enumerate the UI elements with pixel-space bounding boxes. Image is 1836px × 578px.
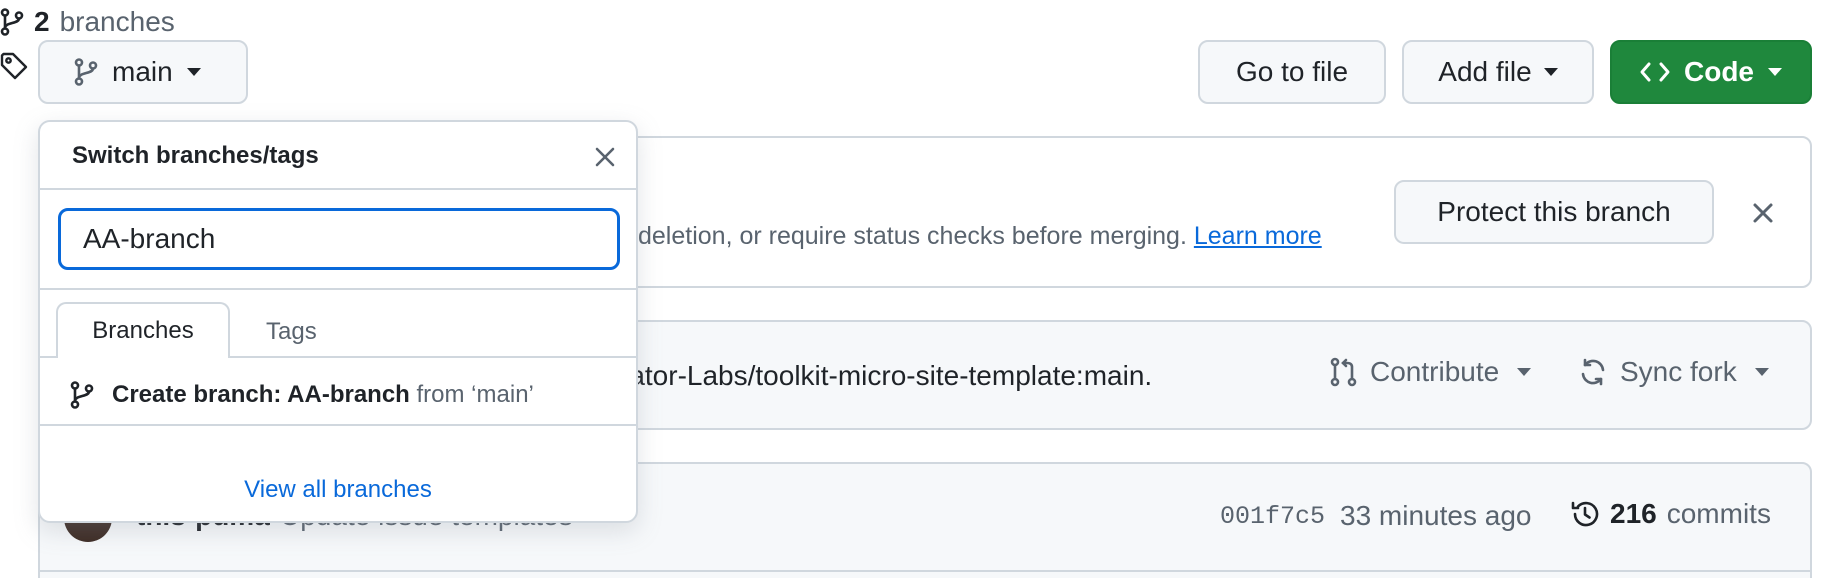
close-icon[interactable] [592, 144, 618, 170]
git-branch-icon [74, 58, 98, 86]
learn-more-link[interactable]: Learn more [1194, 222, 1322, 250]
chevron-down-icon [1517, 368, 1532, 376]
view-all-branches-link[interactable]: View all branches [40, 476, 636, 504]
branches-label: branches [59, 6, 175, 37]
create-branch-item[interactable]: Create branch: AA-branch from ‘main’ [70, 366, 534, 424]
sync-fork-button[interactable]: Sync fork [1578, 356, 1769, 388]
create-branch-label: Create branch: AA-branch [112, 381, 410, 408]
dropdown-title: Switch branches/tags [72, 142, 319, 169]
commit-count: 216 [1610, 498, 1657, 529]
protect-branch-label: Protect this branch [1437, 196, 1671, 227]
commit-time: 33 minutes ago [1340, 500, 1532, 531]
chevron-down-icon [1768, 68, 1782, 76]
branches-link[interactable]: 2 branches [0, 0, 1836, 44]
git-pull-request-icon [1330, 357, 1358, 387]
contribute-button[interactable]: Contribute [1330, 356, 1532, 388]
add-file-label: Add file [1438, 56, 1532, 87]
protect-banner-description: deletion, or require status checks befor… [638, 222, 1322, 251]
sync-fork-label: Sync fork [1620, 356, 1737, 387]
chevron-down-icon [186, 68, 201, 76]
add-file-button[interactable]: Add file [1402, 40, 1594, 104]
divider [40, 288, 636, 290]
code-label: Code [1684, 56, 1754, 87]
go-to-file-button[interactable]: Go to file [1198, 40, 1386, 104]
code-icon [1640, 60, 1670, 84]
branch-selector-button[interactable]: main [38, 40, 248, 104]
divider [40, 424, 636, 426]
tab-branches[interactable]: Branches [56, 302, 230, 358]
code-button[interactable]: Code [1610, 40, 1812, 104]
commit-count-label: commits [1666, 498, 1771, 529]
branches-count: 2 [34, 6, 50, 37]
branch-switcher-dropdown: Switch branches/tags Branches Tags Creat… [38, 120, 638, 523]
history-icon [1570, 499, 1600, 529]
commits-history-link[interactable]: 216 commits [1570, 498, 1771, 530]
git-branch-icon [70, 381, 94, 409]
divider [38, 570, 1812, 572]
commit-sha-link[interactable]: 001f7c5 [1220, 502, 1325, 531]
protect-branch-button[interactable]: Protect this branch [1394, 180, 1714, 244]
protect-banner-text: deletion, or require status checks befor… [638, 222, 1187, 250]
go-to-file-label: Go to file [1235, 56, 1349, 87]
contribute-label: Contribute [1370, 356, 1500, 387]
git-branch-icon [0, 8, 24, 36]
branch-filter-input[interactable] [58, 208, 620, 270]
divider [40, 188, 636, 190]
sync-icon [1578, 357, 1608, 387]
tag-icon [0, 52, 28, 80]
close-icon[interactable] [1746, 196, 1780, 230]
create-branch-source: from ‘main’ [416, 381, 534, 408]
branch-selector-label: main [112, 56, 173, 87]
fork-status-text: rator-Labs/toolkit-micro-site-template:m… [620, 360, 1153, 391]
chevron-down-icon [1754, 368, 1769, 376]
tab-tags[interactable]: Tags [266, 318, 317, 346]
chevron-down-icon [1543, 68, 1558, 76]
